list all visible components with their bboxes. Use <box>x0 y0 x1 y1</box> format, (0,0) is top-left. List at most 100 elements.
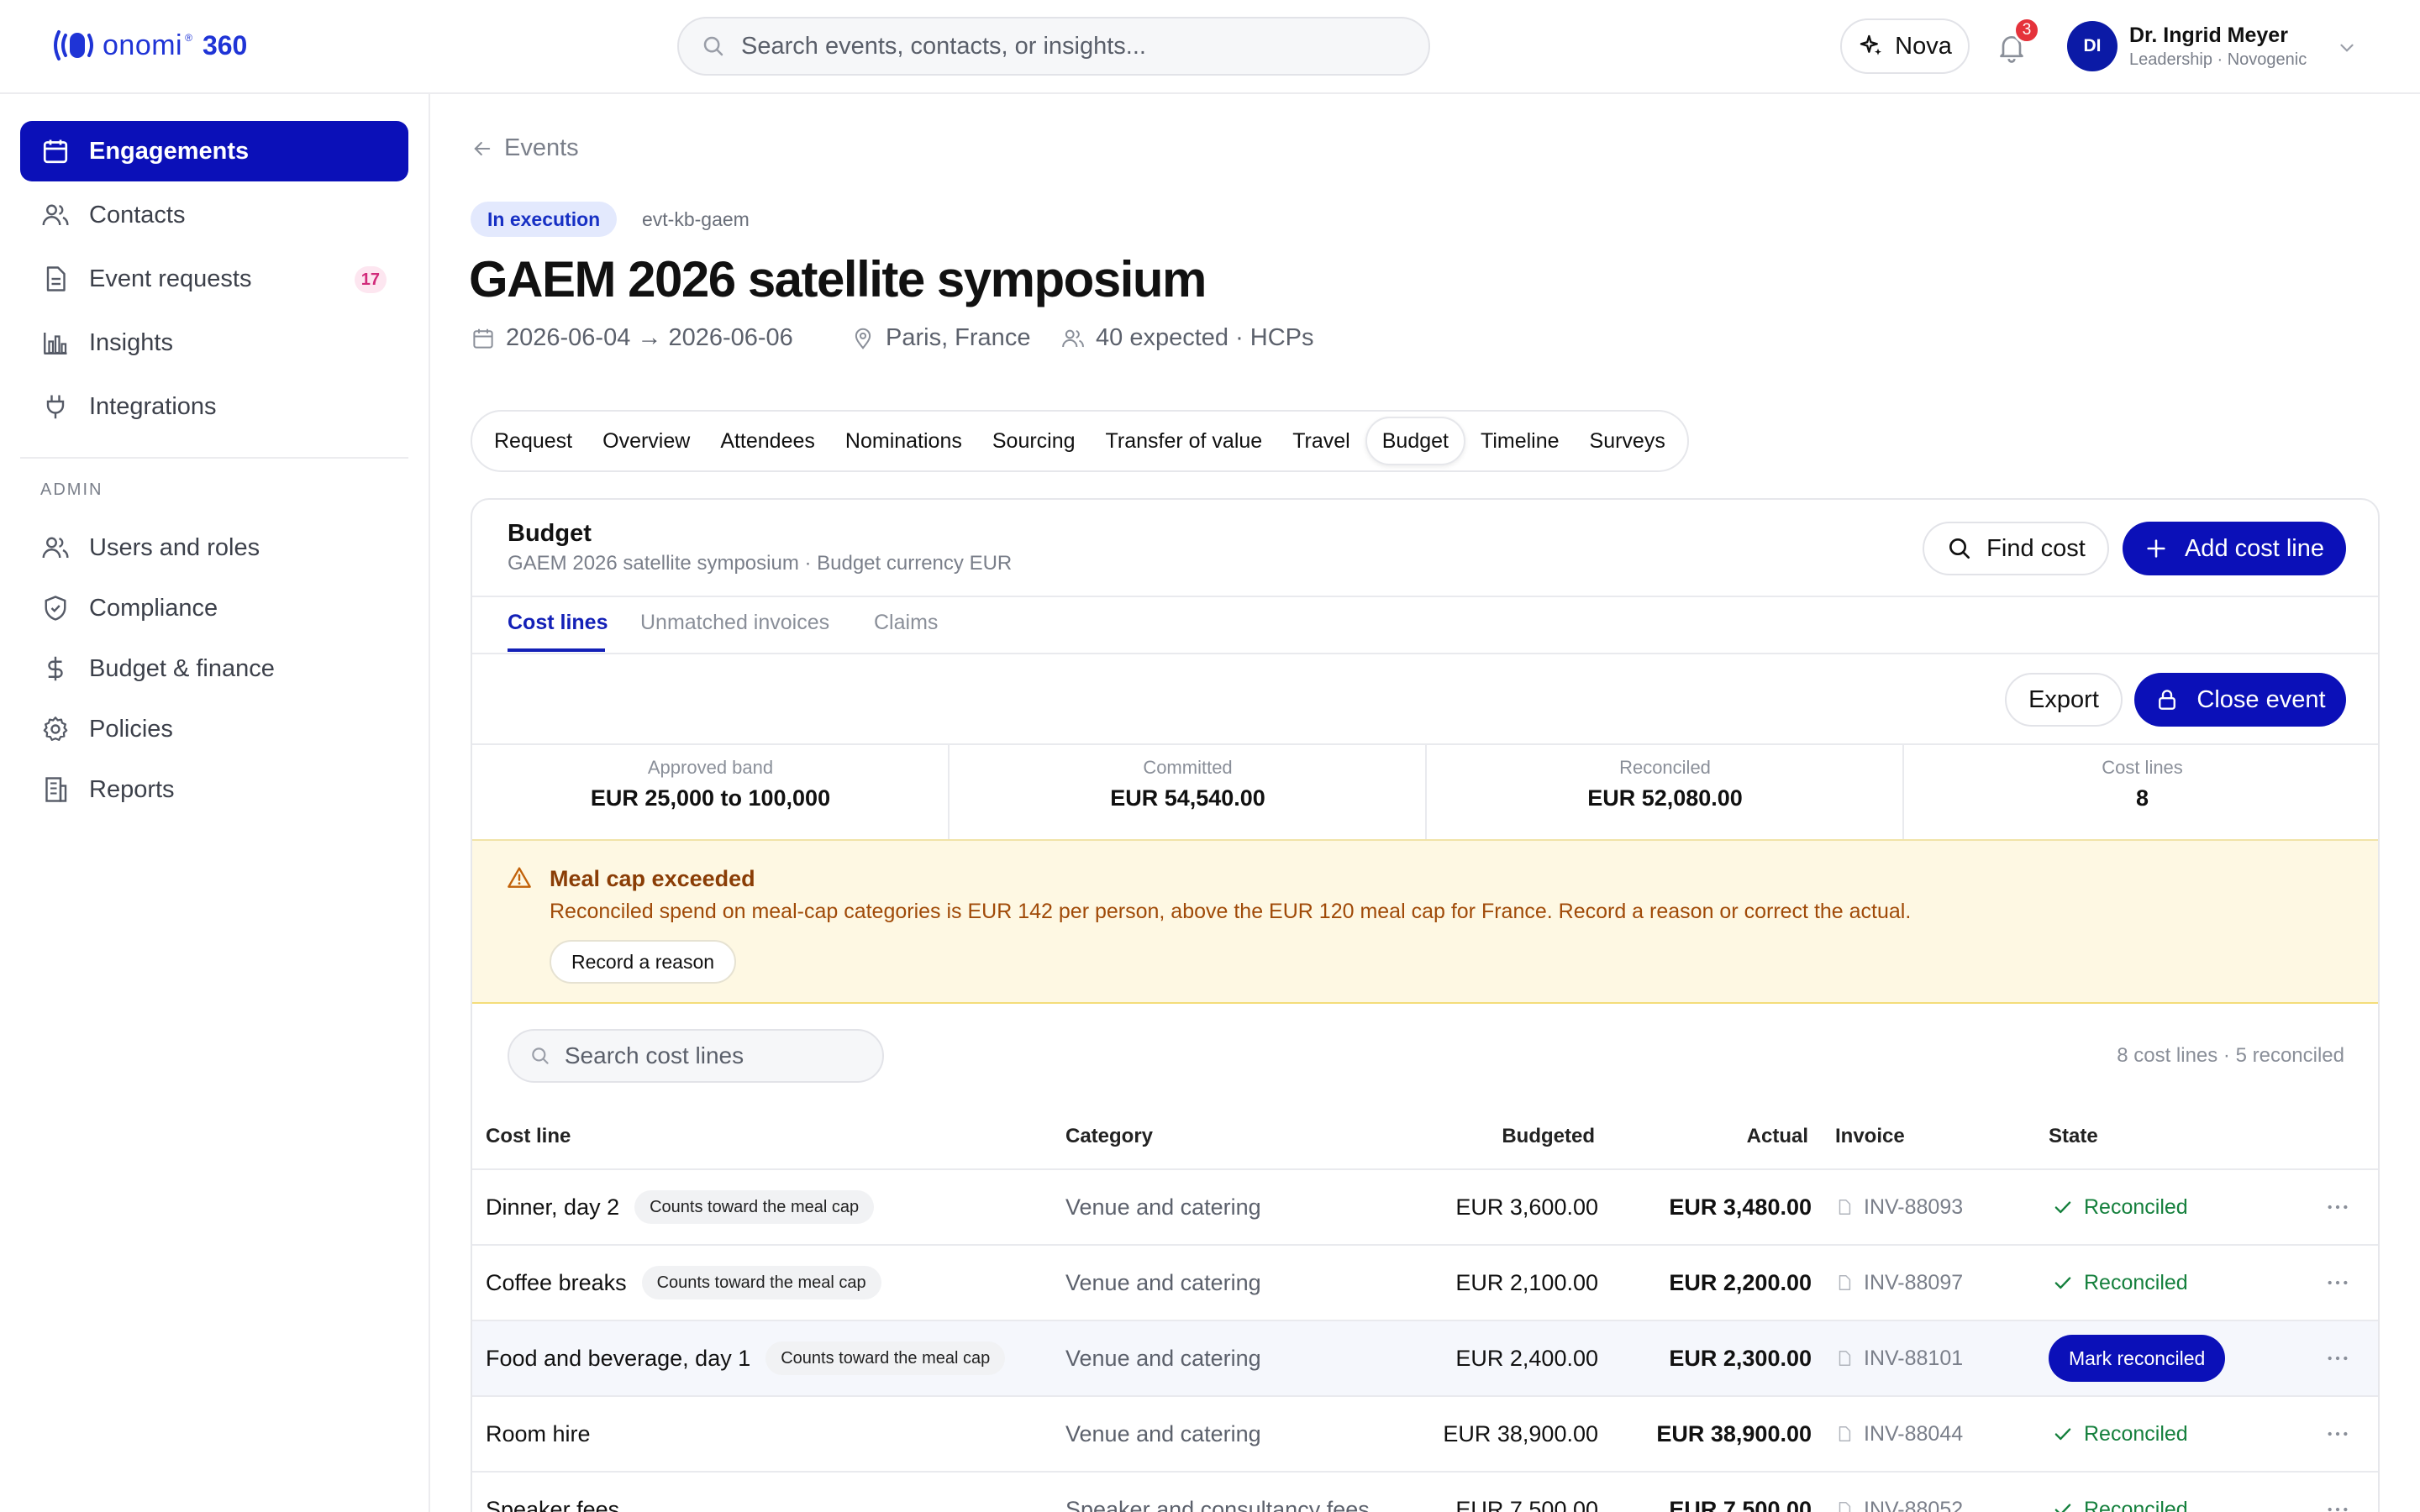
sidebar-divider <box>20 457 408 459</box>
bar-chart-icon <box>44 333 67 354</box>
tab-transfer-of-value[interactable]: Transfer of value <box>1091 417 1278 465</box>
lock-icon <box>2159 690 2176 710</box>
column-header-category[interactable]: Category <box>1065 1125 1153 1148</box>
tab-sourcing[interactable]: Sourcing <box>977 417 1091 465</box>
state-cell: Mark reconciled <box>2049 1321 2226 1395</box>
check-icon <box>2054 1277 2071 1289</box>
sidebar-item-engagements[interactable]: Engagements <box>20 121 408 181</box>
cost-lines-search[interactable] <box>508 1029 884 1083</box>
cost-line-cell: Food and beverage, day 1 Counts toward t… <box>486 1321 1006 1395</box>
sidebar-item-integrations[interactable]: Integrations <box>20 376 408 437</box>
tab-surveys[interactable]: Surveys <box>1575 417 1681 465</box>
more-horizontal-icon <box>2328 1356 2348 1361</box>
gear-icon <box>43 717 68 742</box>
avatar[interactable]: DI <box>2067 21 2118 71</box>
sidebar-item-compliance[interactable]: Compliance <box>20 578 408 638</box>
column-header-invoice[interactable]: Invoice <box>1835 1125 1905 1148</box>
sidebar-item-policies[interactable]: Policies <box>20 699 408 759</box>
invoice-cell[interactable]: INV-88097 <box>1835 1246 1963 1320</box>
invoice-cell[interactable]: INV-88052 <box>1835 1473 1963 1512</box>
brand-logo[interactable]: onomi ® 360 <box>50 25 247 66</box>
check-icon <box>2054 1504 2071 1512</box>
table-row[interactable]: Speaker fees Speaker and consultancy fee… <box>472 1471 2378 1512</box>
invoice-number: INV-88044 <box>1864 1421 1964 1446</box>
divider <box>472 596 2378 597</box>
brand-name: onomi <box>103 29 183 61</box>
table-row[interactable]: Coffee breaks Counts toward the meal cap… <box>472 1244 2378 1320</box>
map-pin-icon <box>855 328 871 349</box>
sidebar-item-label: Budget & finance <box>89 654 275 682</box>
sidebar-item-users-and-roles[interactable]: Users and roles <box>20 517 408 578</box>
row-actions-button[interactable] <box>2324 1397 2351 1471</box>
subtab-unmatched-invoices[interactable]: Unmatched invoices <box>640 611 829 635</box>
nova-assistant-button[interactable]: Nova <box>1840 18 1970 74</box>
invoice-cell[interactable]: INV-88101 <box>1835 1321 1963 1395</box>
more-horizontal-icon <box>2328 1507 2348 1512</box>
global-search[interactable] <box>677 17 1430 76</box>
event-id: evt-kb-gaem <box>642 208 750 230</box>
record-reason-button[interactable]: Record a reason <box>550 940 737 984</box>
status-badge: In execution <box>471 202 618 237</box>
file-icon <box>1839 1502 1851 1512</box>
users-icon <box>42 537 69 559</box>
row-actions-button[interactable] <box>2324 1321 2351 1395</box>
sidebar-item-reports[interactable]: Reports <box>20 759 408 820</box>
add-cost-line-label: Add cost line <box>2184 534 2325 562</box>
alert-title: Meal cap exceeded <box>550 866 755 891</box>
tab-timeline[interactable]: Timeline <box>1465 417 1575 465</box>
chevron-down-icon[interactable] <box>2336 37 2358 59</box>
actual-cell: EUR 3,480.00 <box>1669 1194 1812 1220</box>
table-row[interactable]: Room hire Venue and catering EUR 38,900.… <box>472 1395 2378 1471</box>
invoice-cell[interactable]: INV-88093 <box>1835 1170 1963 1244</box>
sidebar-item-event-requests[interactable]: Event requests 17 <box>20 249 408 309</box>
sidebar-item-contacts[interactable]: Contacts <box>20 185 408 245</box>
stat-label: Reconciled <box>1619 757 1711 778</box>
column-header-cost-line[interactable]: Cost line <box>486 1125 571 1148</box>
users-icon <box>42 204 69 226</box>
subtab-cost-lines[interactable]: Cost lines <box>508 611 608 635</box>
budget-title: Budget <box>508 520 592 547</box>
meal-cap-tag: Counts toward the meal cap <box>634 1190 875 1224</box>
cost-line-cell: Dinner, day 2 Counts toward the meal cap <box>486 1170 875 1244</box>
tab-request[interactable]: Request <box>479 417 587 465</box>
users-icon <box>1062 329 1084 347</box>
table-row[interactable]: Food and beverage, day 1 Counts toward t… <box>472 1320 2378 1395</box>
cost-line-name: Dinner, day 2 <box>486 1194 620 1220</box>
column-header-state[interactable]: State <box>2049 1125 2098 1148</box>
tab-overview[interactable]: Overview <box>587 417 705 465</box>
row-actions-button[interactable] <box>2324 1246 2351 1320</box>
search-icon <box>532 1047 549 1064</box>
find-cost-button[interactable]: Find cost <box>1923 522 2109 575</box>
cost-lines-search-input[interactable] <box>564 1042 882 1069</box>
stat-approved-band: Approved band EUR 25,000 to 100,000 <box>472 745 949 837</box>
sidebar-item-budget-finance[interactable]: Budget & finance <box>20 638 408 699</box>
tab-travel[interactable]: Travel <box>1277 417 1365 465</box>
table-row[interactable]: Dinner, day 2 Counts toward the meal cap… <box>472 1168 2378 1244</box>
state-label: Reconciled <box>2084 1194 2188 1219</box>
row-actions-button[interactable] <box>2324 1473 2351 1512</box>
back-to-events-link[interactable]: Events <box>471 134 579 162</box>
search-icon <box>703 36 723 56</box>
stat-label: Approved band <box>647 757 774 778</box>
mark-reconciled-button[interactable]: Mark reconciled <box>2049 1335 2226 1382</box>
tab-nominations[interactable]: Nominations <box>830 417 977 465</box>
close-event-button[interactable]: Close event <box>2134 673 2346 727</box>
subtab-claims[interactable]: Claims <box>874 611 938 635</box>
state-label: Reconciled <box>2084 1421 2188 1446</box>
invoice-cell[interactable]: INV-88044 <box>1835 1397 1963 1471</box>
more-horizontal-icon <box>2328 1205 2348 1210</box>
budget-subtitle: GAEM 2026 satellite symposium · Budget c… <box>508 552 1013 575</box>
tab-attendees[interactable]: Attendees <box>705 417 830 465</box>
export-button[interactable]: Export <box>2005 673 2123 727</box>
row-actions-button[interactable] <box>2324 1170 2351 1244</box>
add-cost-line-button[interactable]: Add cost line <box>2123 522 2346 575</box>
category-cell: Venue and catering <box>1065 1420 1261 1446</box>
tab-budget[interactable]: Budget <box>1365 417 1465 465</box>
column-header-actual[interactable]: Actual <box>1747 1125 1808 1148</box>
column-header-budgeted[interactable]: Budgeted <box>1502 1125 1595 1148</box>
sidebar-item-insights[interactable]: Insights <box>20 312 408 373</box>
global-search-input[interactable] <box>741 32 1397 60</box>
user-name[interactable]: Dr. Ingrid Meyer <box>2129 24 2288 48</box>
building-icon <box>45 777 67 802</box>
state-cell: Reconciled <box>2052 1473 2188 1512</box>
